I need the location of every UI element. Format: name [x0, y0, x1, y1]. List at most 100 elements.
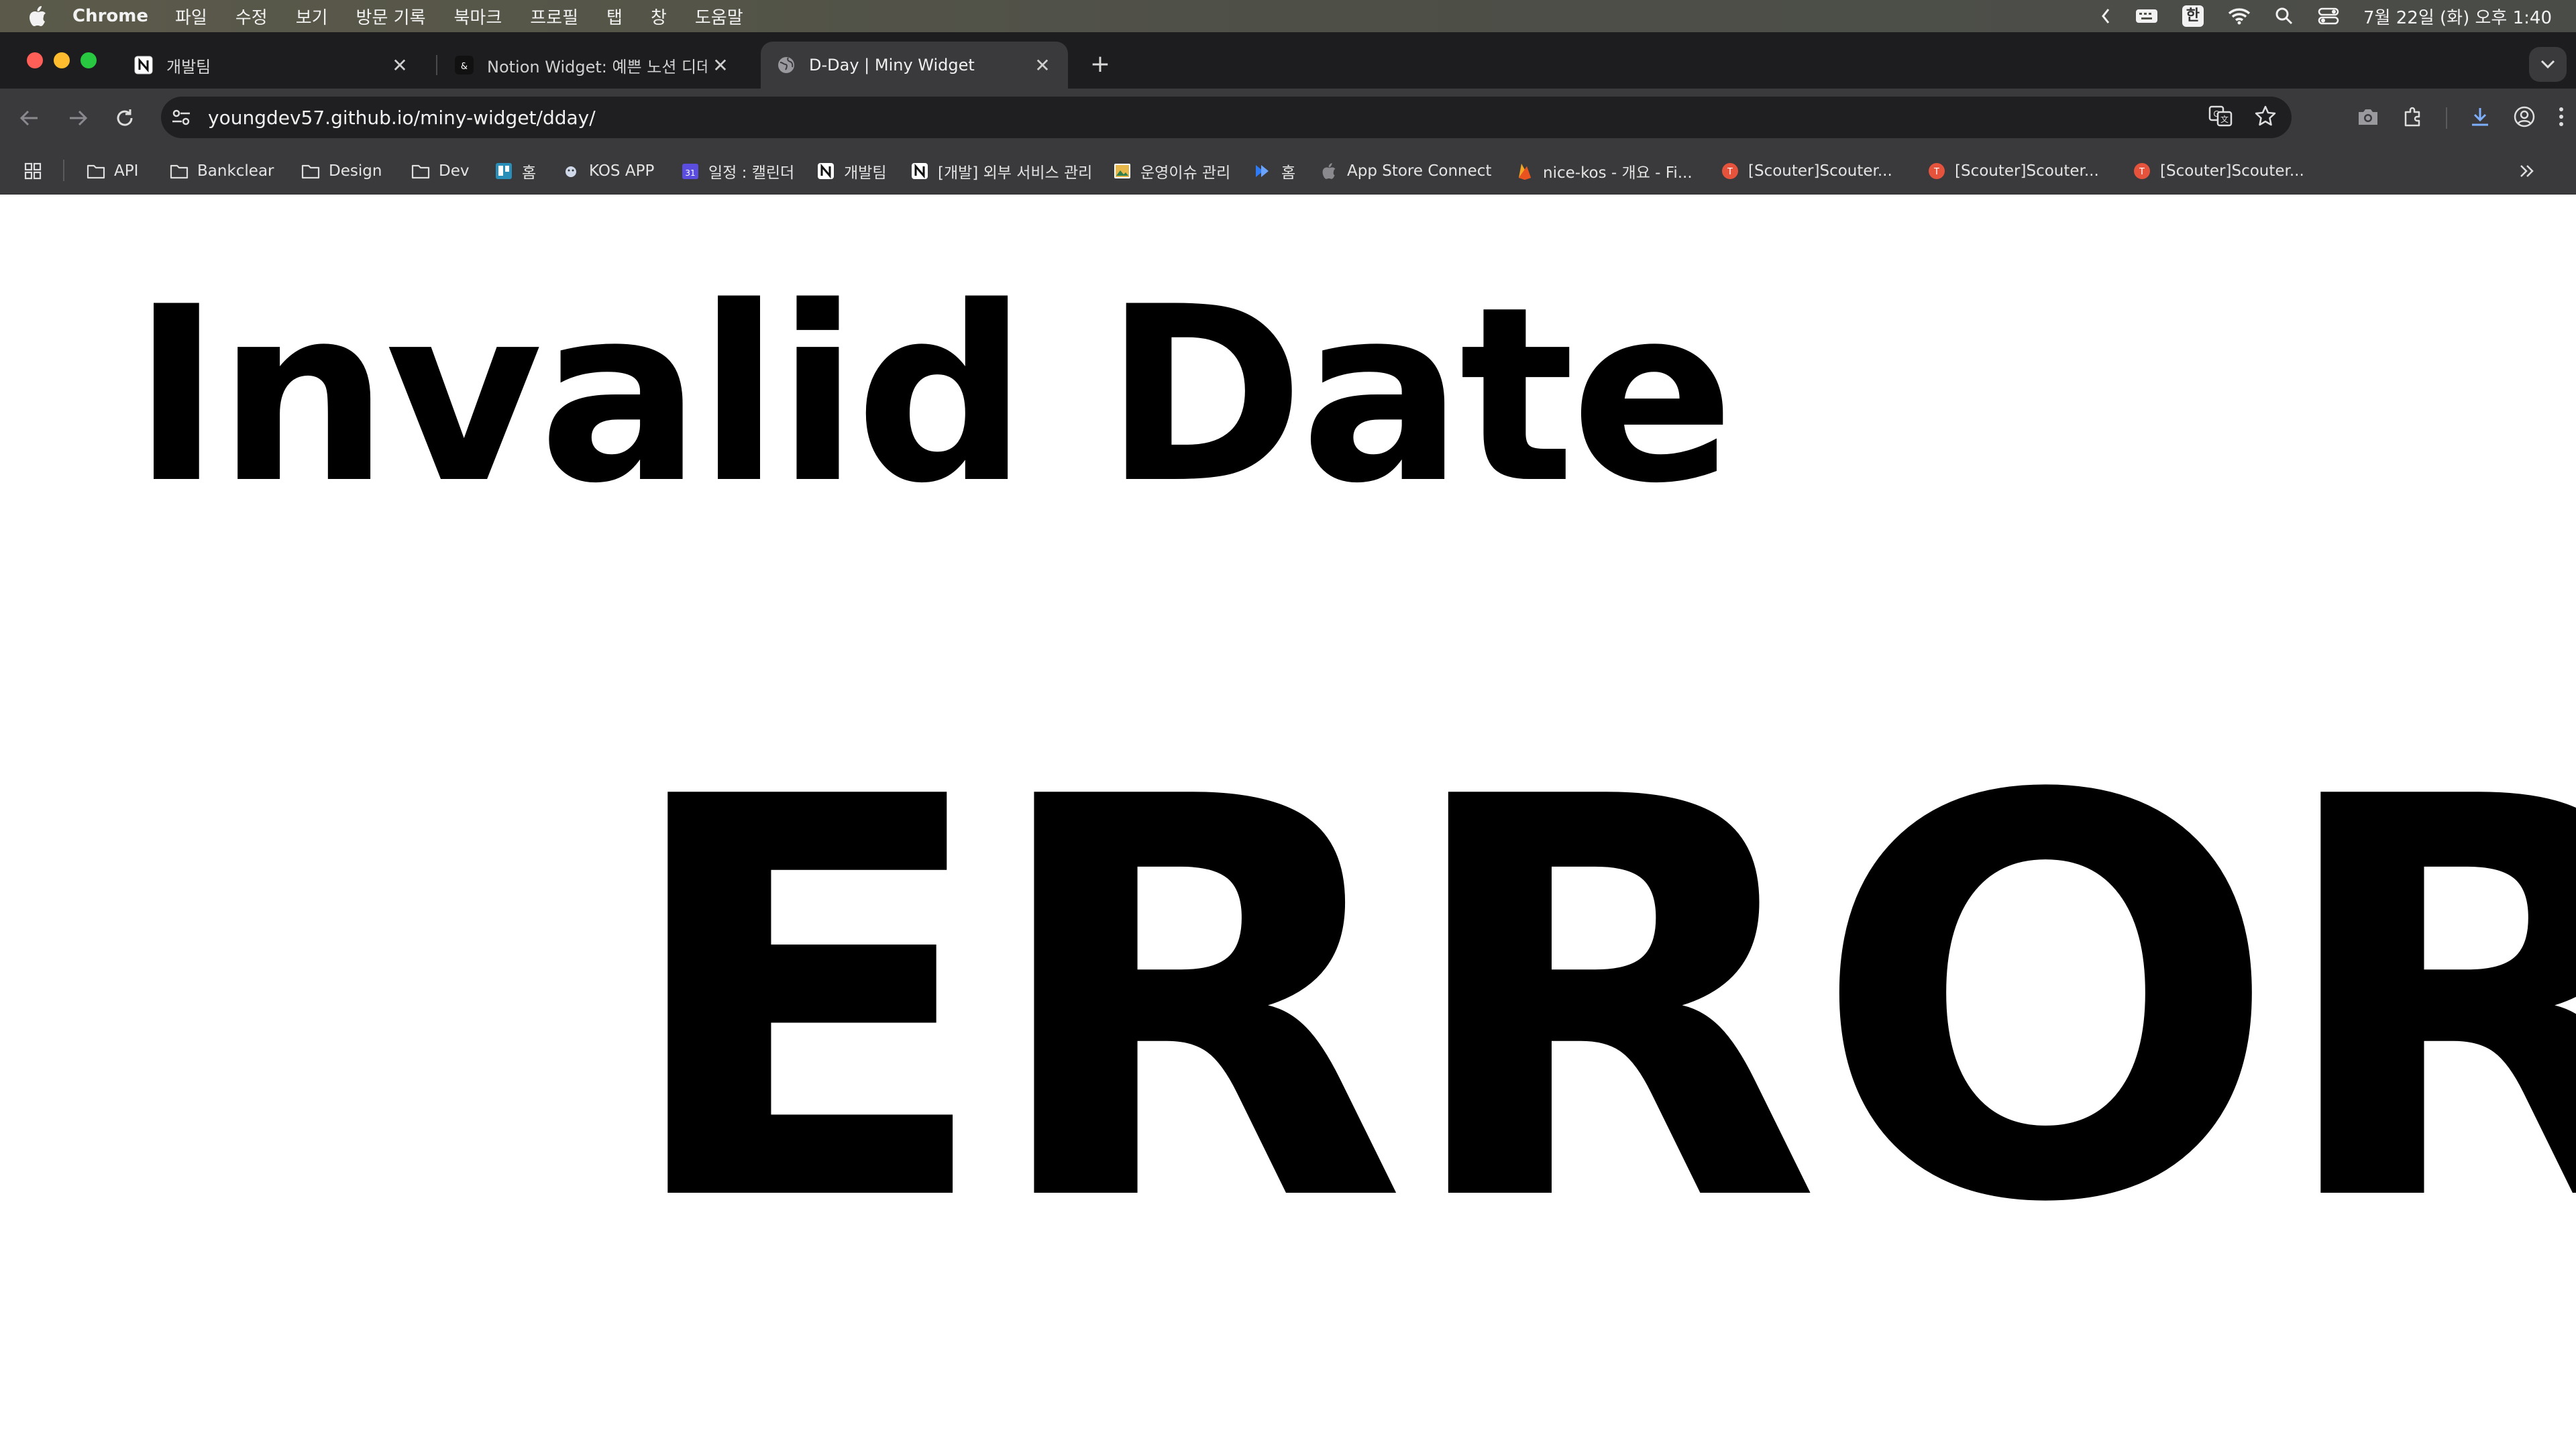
toolbar-divider [2446, 107, 2447, 129]
bookmark-scouter-2[interactable]: T [Scouter]Scouter... [1927, 158, 2099, 184]
scouter-icon: T [2132, 161, 2152, 181]
translate-icon[interactable]: G文 [2208, 104, 2233, 131]
menu-edit[interactable]: 수정 [235, 4, 268, 29]
download-icon[interactable] [2469, 105, 2491, 131]
bookmark-label: 일정 : 캘린더 [708, 164, 795, 182]
forward-button[interactable] [63, 103, 93, 133]
bookmark-label: KOS APP [589, 162, 655, 180]
bookmark-label: nice-kos - 개요 - Fi... [1543, 164, 1693, 182]
tab-3-active[interactable]: D-Day | Miny Widget ✕ [761, 42, 1068, 89]
bookmark-scouter-3[interactable]: T [Scouter]Scouter... [2132, 158, 2304, 184]
macos-menu-bar: Chrome 파일 수정 보기 방문 기록 북마크 프로필 탭 창 도움말 한 … [0, 0, 2576, 32]
menu-help[interactable]: 도움말 [695, 4, 743, 29]
bookmark-firebase[interactable]: nice-kos - 개요 - Fi... [1515, 158, 1693, 184]
bookmark-label: App Store Connect [1347, 162, 1492, 180]
menu-tab[interactable]: 탭 [606, 4, 623, 29]
notion-icon [816, 161, 836, 181]
bookmark-app-store-connect[interactable]: App Store Connect [1319, 158, 1491, 184]
folder-icon [86, 161, 106, 181]
bookmark-folder-api[interactable]: API [86, 158, 138, 184]
url-text[interactable]: youngdev57.github.io/miny-widget/dday/ [208, 107, 596, 129]
extensions-icon[interactable] [2402, 105, 2424, 131]
apps-grid-button[interactable] [23, 158, 51, 184]
bookmark-trello-home[interactable]: 홈 [494, 158, 536, 184]
bookmarks-divider [63, 160, 64, 181]
menu-file[interactable]: 파일 [175, 4, 207, 29]
bookmark-label: Design [329, 162, 382, 180]
profile-avatar-icon[interactable] [2513, 105, 2536, 131]
menu-window[interactable]: 창 [651, 4, 667, 29]
more-menu-icon[interactable] [2557, 105, 2565, 131]
arrow-left-icon [19, 110, 38, 126]
bookmark-dev-team[interactable]: 개발팀 [816, 158, 886, 184]
browser-toolbar: youngdev57.github.io/miny-widget/dday/ G… [0, 89, 2576, 146]
bookmark-label: [Scouter]Scouter... [1748, 162, 1892, 180]
bookmark-star-icon[interactable] [2254, 105, 2277, 130]
tab-1[interactable]: 개발팀 ✕ [118, 42, 425, 89]
bookmark-scouter-1[interactable]: T [Scouter]Scouter... [1720, 158, 1892, 184]
menu-view[interactable]: 보기 [296, 4, 328, 29]
app-icon [561, 161, 581, 181]
minimize-window-button[interactable] [54, 52, 70, 68]
bookmark-folder-design[interactable]: Design [301, 158, 382, 184]
svg-text:T: T [2139, 167, 2145, 177]
tab-2[interactable]: & Notion Widget: 예쁜 노션 디데이 ✕ [439, 42, 746, 89]
bookmark-ops-issues[interactable]: 운영이슈 관리 [1112, 158, 1230, 184]
reload-button[interactable] [110, 103, 140, 133]
keyboard-icon[interactable] [2135, 8, 2158, 24]
svg-text:T: T [1933, 167, 1939, 177]
back-button[interactable] [15, 103, 44, 133]
reload-icon [117, 109, 133, 126]
fullscreen-window-button[interactable] [80, 52, 97, 68]
control-center-icon[interactable] [2318, 7, 2339, 25]
close-tab-icon[interactable]: ✕ [386, 52, 413, 78]
bookmark-calendar[interactable]: 31 일정 : 캘린더 [680, 158, 794, 184]
bookmark-label: Dev [439, 162, 470, 180]
jira-icon [1253, 161, 1273, 181]
apple-menu-icon[interactable] [25, 4, 50, 28]
toolbar-actions [2356, 103, 2565, 133]
tab-title: D-Day | Miny Widget [809, 56, 975, 74]
bookmark-kos-app[interactable]: KOS APP [561, 158, 654, 184]
apps-grid-icon [23, 161, 43, 181]
address-bar[interactable]: youngdev57.github.io/miny-widget/dday/ G… [161, 97, 2292, 138]
close-tab-icon[interactable]: ✕ [1029, 52, 1056, 78]
apple-icon [1319, 161, 1339, 181]
close-window-button[interactable] [27, 52, 43, 68]
close-tab-icon[interactable]: ✕ [707, 52, 734, 78]
bookmark-folder-dev[interactable]: Dev [411, 158, 469, 184]
wifi-icon[interactable] [2228, 7, 2251, 25]
tab-search-button[interactable] [2529, 47, 2567, 82]
bookmark-label: API [114, 162, 139, 180]
new-tab-button[interactable]: + [1087, 52, 1114, 79]
notion-widget-icon: & [453, 54, 475, 76]
page-content: Invalid Date ERROR [0, 195, 2576, 1449]
menu-history[interactable]: 방문 기록 [356, 4, 426, 29]
spotlight-search-icon[interactable] [2275, 7, 2294, 25]
bookmark-folder-bankclear[interactable]: Bankclear [169, 158, 274, 184]
tab-title: Notion Widget: 예쁜 노션 디데이 [487, 57, 707, 76]
camera-icon[interactable] [2356, 106, 2380, 130]
bookmark-label: Bankclear [197, 162, 274, 180]
notion-icon [133, 54, 154, 76]
menu-profiles[interactable]: 프로필 [530, 4, 578, 29]
scouter-icon: T [1927, 161, 1947, 181]
more-bookmarks-button[interactable] [2517, 158, 2545, 184]
omnibox-actions: G文 [2208, 103, 2277, 131]
bookmark-jira-home[interactable]: 홈 [1253, 158, 1295, 184]
window-controls [27, 52, 97, 68]
menu-bookmarks[interactable]: 북마크 [454, 4, 502, 29]
notion-icon [910, 161, 930, 181]
chevron-left-icon[interactable] [2100, 7, 2111, 25]
chevron-down-icon [2540, 60, 2555, 69]
clock[interactable]: 7월 22일 (화) 오후 1:40 [2363, 4, 2552, 29]
double-chevron-right-icon [2517, 161, 2537, 181]
folder-icon [169, 161, 189, 181]
svg-text:文: 文 [2220, 114, 2229, 124]
svg-text:T: T [1727, 167, 1733, 177]
bookmark-label: [Scouter]Scouter... [2160, 162, 2304, 180]
app-menu-chrome[interactable]: Chrome [72, 6, 148, 26]
site-settings-icon[interactable] [168, 104, 195, 131]
bookmark-external-services[interactable]: [개발] 외부 서비스 관리 [910, 158, 1092, 184]
input-method-indicator[interactable]: 한 [2182, 5, 2204, 27]
